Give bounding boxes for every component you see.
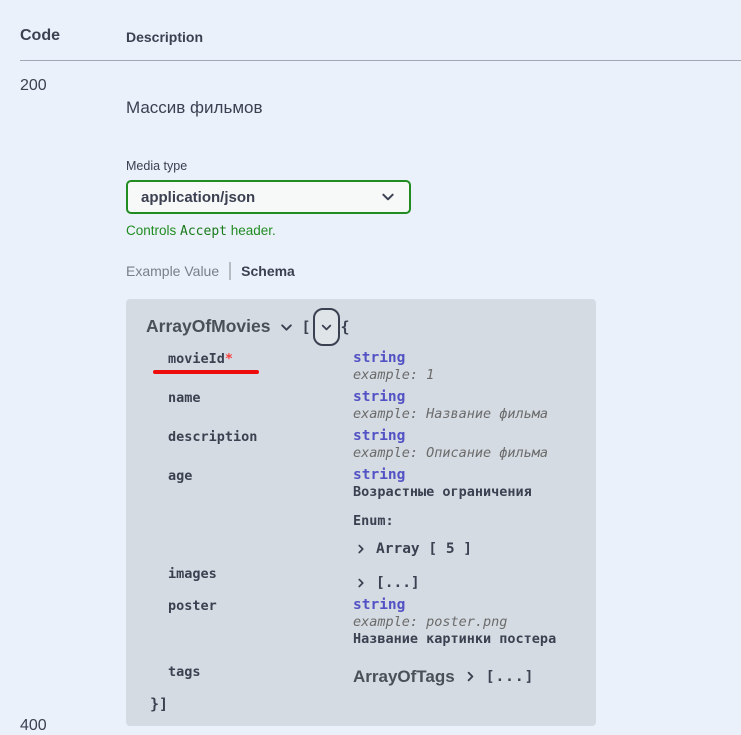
tab-example-value[interactable]: Example Value [126, 263, 219, 279]
property-name: movieId [168, 351, 225, 367]
object-open-brace: { [341, 318, 350, 337]
chevron-down-icon [380, 189, 396, 205]
enum-array-value: Array [ 5 ] [376, 540, 472, 558]
property-row: description stringexample: Описание фильм… [168, 427, 576, 462]
response-description-cell: Массив фильмов Media type application/js… [126, 77, 741, 726]
property-type: string [353, 388, 576, 406]
property-description: Название картинки постера [353, 631, 576, 648]
property-type: string [353, 466, 576, 484]
property-value-cell: stringexample: Название фильма [353, 388, 576, 423]
property-name-cell: movieId* [168, 349, 353, 384]
property-row: age stringВозрастные ограничения Enum: Arra… [168, 466, 576, 558]
annotation-underline [153, 370, 259, 374]
property-value-cell: stringВозрастные ограничения Enum: Array [… [353, 466, 576, 558]
chevron-right-icon [355, 577, 367, 589]
property-type: string [353, 427, 576, 445]
required-star-icon: * [225, 351, 233, 367]
property-row: images [...] [168, 564, 576, 592]
property-value-cell: [...] [353, 564, 576, 592]
response-code-400: 400 [20, 717, 47, 735]
array-item-toggle-button[interactable] [313, 308, 340, 346]
property-example: example: Описание фильма [353, 445, 576, 462]
model-title: ArrayOfMovies [146, 316, 271, 338]
chevron-right-icon [355, 543, 367, 555]
property-value-cell: ArrayOfTags [...] [353, 662, 576, 687]
model-properties: movieId*stringexample: 1namestringexampl… [168, 349, 576, 687]
property-row: poster stringexample: poster.pngНазвание … [168, 596, 576, 648]
property-type: string [353, 349, 576, 367]
property-description: Возрастные ограничения [353, 484, 576, 501]
property-row: tags ArrayOfTags [...] [168, 662, 576, 687]
property-name-cell: tags [168, 662, 353, 687]
code-column-header: Code [20, 27, 126, 45]
property-name-cell: poster [168, 596, 353, 648]
schema-model-box: ArrayOfMovies [ { movieId*stringexample:… [126, 299, 596, 726]
property-example: example: poster.png [353, 614, 576, 631]
tab-schema[interactable]: Schema [241, 263, 295, 279]
model-close-brackets: }] [150, 695, 576, 714]
media-type-select[interactable]: application/json [126, 180, 411, 214]
response-description: Массив фильмов [126, 98, 741, 118]
property-row: movieId*stringexample: 1 [168, 349, 576, 384]
model-ref-toggle[interactable]: ArrayOfTags [...] [353, 666, 576, 687]
chevron-right-icon [464, 670, 477, 683]
response-code: 200 [20, 77, 126, 726]
property-name: description [168, 429, 257, 445]
model-tabs: Example Value Schema [126, 262, 741, 280]
collapsed-object-toggle[interactable]: [...] [353, 574, 576, 592]
accept-note-prefix: Controls [126, 223, 180, 238]
property-value-cell: stringexample: 1 [353, 349, 576, 384]
property-name-cell: age [168, 466, 353, 558]
property-example: example: Название фильма [353, 406, 576, 423]
property-name: age [168, 468, 192, 484]
responses-panel: Code Description 200 Массив фильмов Medi… [0, 0, 741, 726]
collapsed-content: [...] [486, 668, 535, 686]
property-type: string [353, 596, 576, 614]
array-open-bracket: [ [302, 318, 311, 337]
description-column-header: Description [126, 27, 203, 45]
property-value-cell: stringexample: Описание фильма [353, 427, 576, 462]
property-name-cell: description [168, 427, 353, 462]
tab-divider [229, 262, 231, 280]
media-type-selected-value: application/json [141, 189, 255, 206]
enum-label: Enum: [353, 513, 576, 530]
chevron-down-icon [279, 320, 294, 335]
property-name: images [168, 566, 217, 582]
property-row: name stringexample: Название фильма [168, 388, 576, 423]
model-collapse-toggle[interactable] [279, 320, 294, 335]
media-type-label: Media type [126, 159, 741, 173]
responses-table-header: Code Description [20, 0, 741, 61]
property-value-cell: stringexample: poster.pngНазвание картин… [353, 596, 576, 648]
accept-header-note: Controls Accept header. [126, 223, 741, 239]
chevron-down-icon [320, 321, 333, 334]
accept-note-suffix: header. [227, 223, 276, 238]
property-name-cell: images [168, 564, 353, 592]
accept-header-code: Accept [180, 224, 227, 239]
ref-model-title: ArrayOfTags [353, 666, 455, 687]
model-header: ArrayOfMovies [ { [146, 307, 576, 347]
property-name-cell: name [168, 388, 353, 423]
chevron-down-icon [380, 189, 396, 205]
property-example: example: 1 [353, 367, 576, 384]
collapsed-content: [...] [376, 574, 420, 592]
enum-array-toggle[interactable]: Array [ 5 ] [353, 540, 576, 558]
property-name: tags [168, 664, 201, 680]
property-name: name [168, 390, 201, 406]
property-name: poster [168, 598, 217, 614]
response-row-200: 200 Массив фильмов Media type applicatio… [0, 61, 741, 726]
